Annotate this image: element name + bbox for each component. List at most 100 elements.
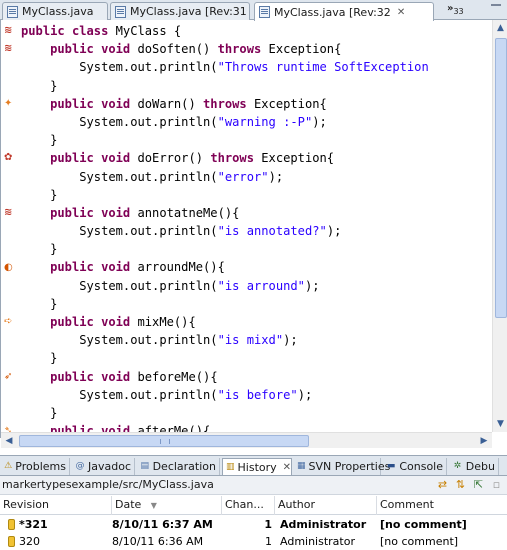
editor-tab-rev32[interactable]: MyClass.java [Rev:32 ✕ xyxy=(254,2,434,21)
table-row[interactable]: 320 8/10/11 6:36 AM 1 Administrator [no comm… xyxy=(0,533,507,550)
code-editor[interactable]: ≋ ✦ ✿ ≋ ◐ ➪ ➶ ➴ ≋ public class MyClass { public … xyxy=(0,20,507,448)
view-tab-declaration[interactable]: ▤ Declaration xyxy=(137,458,220,475)
brace: { xyxy=(210,369,218,384)
view-tab-label: Debu xyxy=(465,460,495,473)
exception: Exception{ xyxy=(261,42,342,57)
string-literal: "warning :-P" xyxy=(217,114,313,129)
brace: { xyxy=(188,315,196,329)
editor-tab-myclass[interactable]: MyClass.java xyxy=(2,2,108,20)
close-icon[interactable]: ✕ xyxy=(283,462,291,473)
cell-comment-text: [no comment] xyxy=(380,535,459,548)
column-changes[interactable]: Chan... xyxy=(222,496,275,515)
method-name: beforeMe() xyxy=(130,369,211,384)
column-date[interactable]: Date ▼ xyxy=(112,496,222,515)
exception: Exception{ xyxy=(254,151,335,166)
brace: { xyxy=(217,260,225,275)
class-marker-icon: ≋ xyxy=(4,25,13,36)
horizontal-scrollbar[interactable]: ◀ ▶ xyxy=(1,432,492,448)
code-line: System.out.println("is annotated?"); xyxy=(21,222,491,240)
column-date-label: Date xyxy=(115,498,142,511)
code-line: public class MyClass { xyxy=(21,22,491,40)
scroll-thumb[interactable] xyxy=(495,38,507,318)
column-revision[interactable]: Revision xyxy=(0,496,112,515)
history-table-header: Revision Date ▼ Chan... Author Comment xyxy=(0,496,507,515)
close-brace: } xyxy=(21,405,58,420)
method-name: doSoften() xyxy=(130,42,211,57)
close-brace: } xyxy=(21,296,58,311)
stmt-end: ); xyxy=(268,169,284,184)
table-row[interactable]: *321 8/10/11 6:37 AM 1 Administrator [no com… xyxy=(0,516,507,533)
view-tab-debu[interactable]: ✲ Debu xyxy=(449,458,499,475)
close-brace: } xyxy=(21,187,58,202)
marker-gutter: ≋ ✦ ✿ ≋ ◐ ➪ ➶ ➴ ≋ xyxy=(1,20,18,436)
menu-icon[interactable]: ▫ xyxy=(490,478,503,491)
debug-icon: ✲ xyxy=(453,461,462,471)
code-line: public void doWarn() throws Exception{ xyxy=(21,95,491,113)
method-name: annotatneMe() xyxy=(130,205,233,220)
code-line: } xyxy=(21,404,491,422)
close-brace: } xyxy=(21,242,58,257)
code-line: public void doSoften() throws Exception{ xyxy=(21,40,491,58)
editor-tab-rev31[interactable]: MyClass.java [Rev:31 xyxy=(110,2,250,20)
keyword: throws xyxy=(210,151,254,166)
aspect-marker-icon: ≋ xyxy=(4,207,13,218)
close-brace: } xyxy=(21,133,58,148)
keyword: public void xyxy=(50,205,131,220)
indent: System.out.println( xyxy=(21,114,218,129)
tab-overflow-chevron[interactable]: »33 xyxy=(447,3,464,16)
keyword: public void xyxy=(50,42,131,57)
keyword: public void xyxy=(50,315,131,329)
cell-revision: 320 xyxy=(8,533,108,550)
compare-icon[interactable]: ⇱ xyxy=(472,478,485,491)
minimize-icon[interactable] xyxy=(491,4,501,6)
code-line: } xyxy=(21,77,491,95)
indent: System.out.println( xyxy=(21,278,218,293)
column-comment[interactable]: Comment xyxy=(377,496,507,515)
view-tab-label: Console xyxy=(399,460,443,473)
view-tab-problems[interactable]: ⚠ Problems xyxy=(1,458,70,475)
code-line: System.out.println("is arround"); xyxy=(21,277,491,295)
code-line: System.out.println("is mixd"); xyxy=(21,331,491,349)
code-text[interactable]: public class MyClass { public void doSof… xyxy=(21,22,491,432)
revision-icon xyxy=(8,519,15,530)
cell-author-text: Administrator xyxy=(280,518,367,531)
sort-descending-icon: ▼ xyxy=(150,501,157,510)
brace: { xyxy=(203,424,211,432)
svn-properties-icon: ▦ xyxy=(297,461,306,471)
scroll-left-icon[interactable]: ◀ xyxy=(1,433,17,449)
link-editor-icon[interactable]: ⇄ xyxy=(436,478,449,491)
code-line: } xyxy=(21,295,491,313)
view-tab-history[interactable]: ▥ History ✕ xyxy=(222,458,292,475)
editor-tab-label: MyClass.java [Rev:31 xyxy=(130,5,247,18)
scroll-up-icon[interactable]: ▲ xyxy=(493,20,507,36)
grip-icon xyxy=(160,439,170,444)
view-tab-label: SVN Properties xyxy=(308,460,391,473)
keyword: public void xyxy=(50,96,131,111)
brace: { xyxy=(232,205,240,220)
column-author[interactable]: Author xyxy=(275,496,377,515)
cell-date: 8/10/11 6:36 AM xyxy=(112,533,220,550)
code-line: public void beforeMe(){ xyxy=(21,368,491,386)
keyword: public void xyxy=(50,369,131,384)
view-tab-svn-properties[interactable]: ▦ SVN Properties xyxy=(294,458,390,475)
code-line: public void afterMe(){ xyxy=(21,422,491,432)
view-tab-javadoc[interactable]: @ Javadoc xyxy=(72,458,135,475)
indent: System.out.println( xyxy=(21,224,218,239)
scroll-right-icon[interactable]: ▶ xyxy=(476,433,492,449)
code-line: } xyxy=(21,240,491,258)
pin-icon[interactable]: ⇅ xyxy=(454,478,467,491)
indent: System.out.println( xyxy=(21,60,218,75)
cell-date-text: 8/10/11 6:37 AM xyxy=(112,518,213,531)
view-tab-console[interactable]: ▬ Console xyxy=(383,458,447,475)
vertical-scrollbar[interactable]: ▲ ▼ xyxy=(492,20,507,432)
view-tab-label: Problems xyxy=(15,460,66,473)
scroll-down-icon[interactable]: ▼ xyxy=(493,416,507,432)
cell-author-text: Administrator xyxy=(280,535,355,548)
cell-date: 8/10/11 6:37 AM xyxy=(112,516,220,533)
indent: System.out.println( xyxy=(21,387,218,402)
close-icon[interactable]: ✕ xyxy=(397,7,405,18)
scroll-thumb[interactable] xyxy=(19,435,309,447)
keyword: public class xyxy=(21,24,109,38)
stmt-end: ); xyxy=(312,114,327,129)
